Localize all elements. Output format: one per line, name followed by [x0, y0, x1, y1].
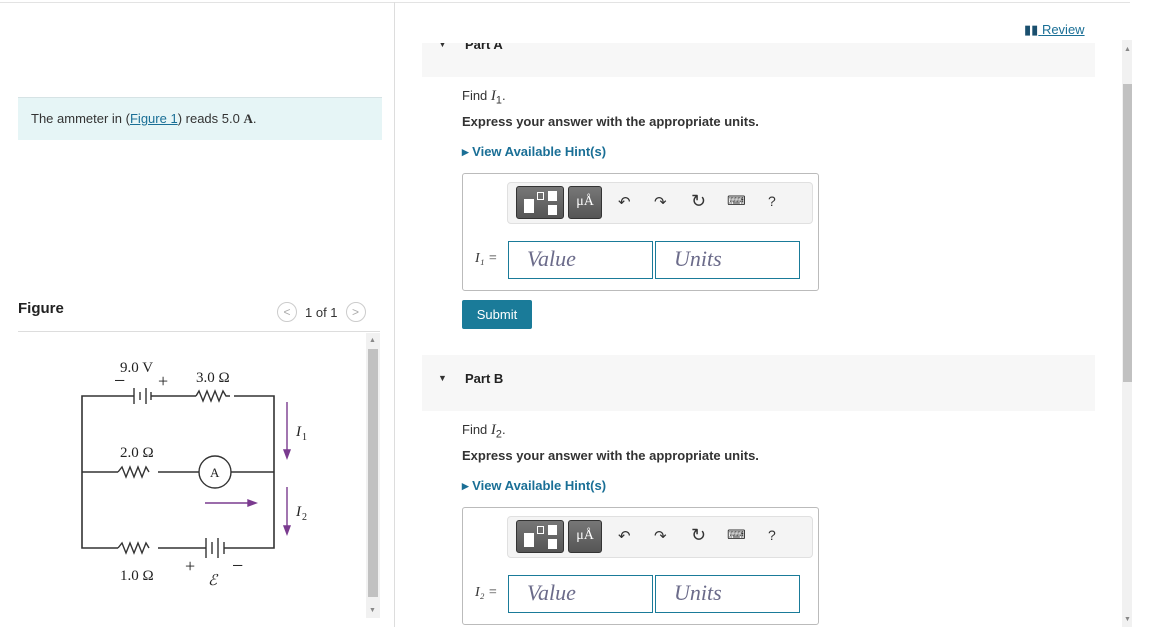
- label-i2-sub: 2: [302, 512, 307, 523]
- scroll-thumb[interactable]: [368, 349, 378, 597]
- label-emf: ℰ: [208, 573, 219, 589]
- page-count: 1 of 1: [305, 304, 338, 320]
- part-b-header[interactable]: ▼ Part B: [422, 355, 1095, 411]
- panel-divider[interactable]: [394, 2, 395, 627]
- answer-box-b: μÅ ↶ ↷ ↻ ⌨ ? I₂ = Value Units: [462, 507, 819, 625]
- figure-divider: [18, 331, 380, 332]
- problem-text: The ammeter in (: [31, 111, 130, 126]
- label-minus: −: [114, 370, 125, 392]
- units-input[interactable]: Units: [655, 575, 800, 613]
- find-text: Find: [462, 88, 491, 103]
- view-hints-link[interactable]: ▸ View Available Hint(s): [462, 478, 606, 494]
- view-hints-link[interactable]: ▸ View Available Hint(s): [462, 144, 606, 160]
- keyboard-icon[interactable]: ⌨: [727, 193, 746, 209]
- redo-icon[interactable]: ↷: [654, 527, 667, 545]
- label-2ohm: 2.0 Ω: [120, 445, 154, 461]
- figure-scrollbar[interactable]: ▲ ▼: [366, 333, 380, 618]
- figure-pager: < 1 of 1 >: [277, 302, 366, 322]
- figure-title: Figure: [18, 300, 64, 317]
- label-minus: −: [232, 555, 243, 577]
- help-button[interactable]: ?: [768, 193, 776, 209]
- prev-figure-button[interactable]: <: [277, 302, 297, 322]
- part-b-question: Find I2.: [462, 422, 506, 441]
- math-toolbar: μÅ ↶ ↷ ↻ ⌨ ?: [507, 182, 813, 224]
- figure-link[interactable]: Figure 1: [130, 111, 178, 126]
- hint-label: View Available Hint(s): [472, 144, 607, 159]
- top-border: [0, 2, 1130, 3]
- var-sub: 1: [495, 94, 502, 107]
- templates-button[interactable]: [516, 520, 564, 553]
- instruction: Express your answer with the appropriate…: [462, 448, 759, 463]
- keyboard-icon[interactable]: ⌨: [727, 527, 746, 543]
- collapse-icon: ▼: [438, 373, 447, 383]
- redo-icon[interactable]: ↷: [654, 193, 667, 211]
- part-title: Part B: [465, 371, 504, 386]
- value-input[interactable]: Value: [508, 575, 653, 613]
- answer-box-a: μÅ ↶ ↷ ↻ ⌨ ? I₁ = Value Units: [462, 173, 819, 291]
- find-text: Find: [462, 422, 491, 437]
- label-i1-sub: 1: [302, 432, 307, 443]
- circuit-diagram: 9.0 V − + 3.0 Ω 2.0 Ω A 1.0 Ω + − ℰ I 1 …: [81, 360, 307, 589]
- problem-statement: The ammeter in (Figure 1) reads 5.0 A.: [18, 97, 382, 140]
- part-a-header[interactable]: ▼ Part A: [422, 43, 1095, 77]
- main-scrollbar[interactable]: ▲ ▼: [1122, 40, 1132, 627]
- book-icon: ▮▮: [1024, 22, 1039, 37]
- part-title: Part A: [465, 43, 503, 52]
- label-1ohm: 1.0 Ω: [120, 568, 154, 584]
- value-input[interactable]: Value: [508, 241, 653, 279]
- unit: A: [243, 111, 253, 126]
- help-button[interactable]: ?: [768, 527, 776, 543]
- units-input[interactable]: Units: [655, 241, 800, 279]
- part-a-question: Find I1.: [462, 88, 506, 107]
- answer-label: I₂ =: [475, 585, 498, 600]
- units-button[interactable]: μÅ: [568, 186, 602, 219]
- undo-icon[interactable]: ↶: [618, 193, 631, 211]
- math-toolbar: μÅ ↶ ↷ ↻ ⌨ ?: [507, 516, 813, 558]
- label-ammeter: A: [210, 465, 220, 480]
- scroll-thumb[interactable]: [1123, 84, 1132, 382]
- problem-text: ) reads 5.0: [177, 111, 244, 126]
- var-sub: 2: [495, 428, 502, 441]
- label-3ohm: 3.0 Ω: [196, 370, 230, 386]
- next-figure-button[interactable]: >: [345, 302, 366, 322]
- label-plus: +: [185, 556, 195, 576]
- label-i1: I: [295, 424, 302, 440]
- answer-label: I₁ =: [475, 251, 498, 266]
- hint-label: View Available Hint(s): [472, 478, 607, 493]
- problem-text: .: [252, 111, 257, 126]
- undo-icon[interactable]: ↶: [618, 527, 631, 545]
- review-label: Review: [1041, 22, 1085, 37]
- review-link[interactable]: ▮▮ Review: [1024, 22, 1085, 38]
- collapse-icon: ▼: [438, 43, 447, 49]
- submit-button[interactable]: Submit: [462, 300, 532, 329]
- reset-icon[interactable]: ↻: [691, 191, 706, 212]
- reset-icon[interactable]: ↻: [691, 525, 706, 546]
- instruction: Express your answer with the appropriate…: [462, 114, 759, 129]
- templates-button[interactable]: [516, 186, 564, 219]
- label-i2: I: [295, 504, 302, 520]
- units-button[interactable]: μÅ: [568, 520, 602, 553]
- label-plus: +: [158, 371, 168, 391]
